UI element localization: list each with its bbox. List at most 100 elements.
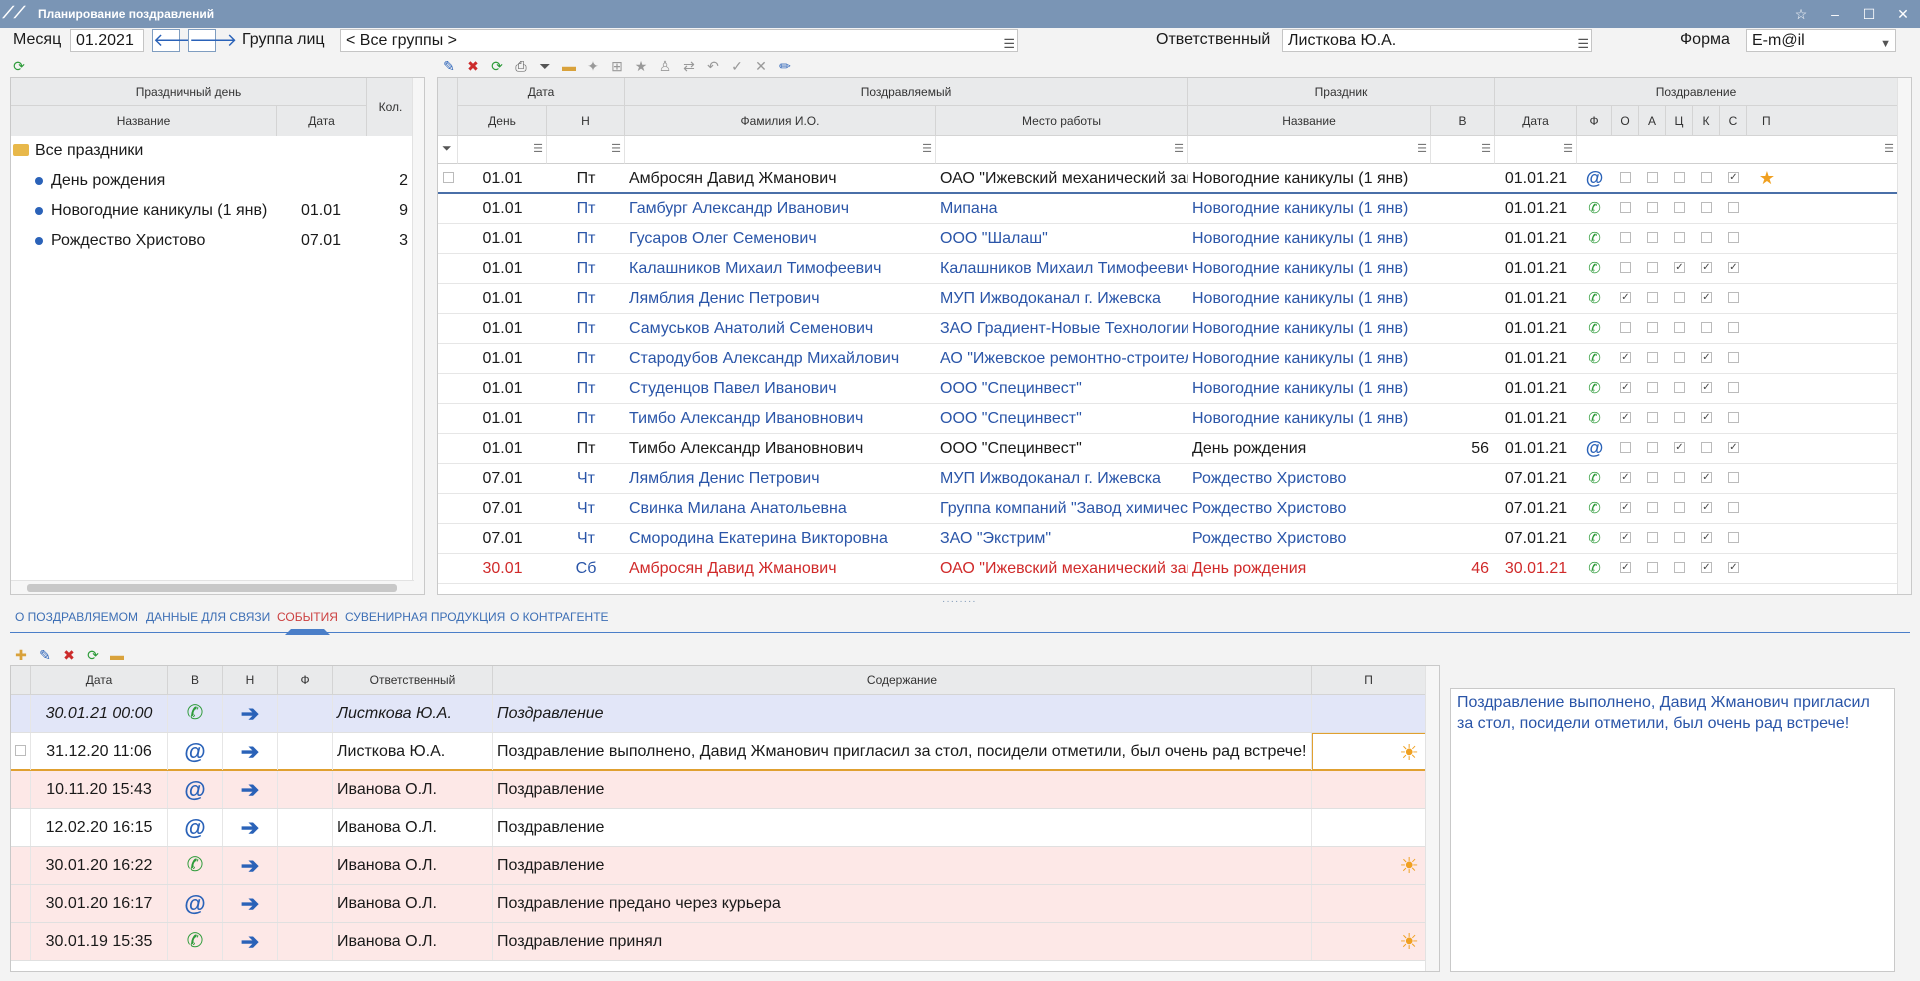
- flag-checkbox[interactable]: [1720, 464, 1747, 493]
- flag-checkbox[interactable]: [1720, 374, 1747, 403]
- holiday-root-item[interactable]: Все праздники: [11, 136, 414, 166]
- col-p-header[interactable]: П: [1312, 666, 1426, 695]
- flag-checkbox[interactable]: [1639, 254, 1666, 283]
- flag-checkbox[interactable]: ✓: [1693, 374, 1720, 403]
- col-k-header[interactable]: К: [1693, 106, 1720, 136]
- col-v-header[interactable]: В: [168, 666, 223, 695]
- flag-checkbox[interactable]: [1666, 554, 1693, 583]
- col-fio-header[interactable]: Фамилия И.О.: [625, 106, 936, 136]
- flag-checkbox[interactable]: [1639, 284, 1666, 313]
- flag-checkbox[interactable]: ✓: [1693, 494, 1720, 523]
- col-content-header[interactable]: Содержание: [493, 666, 1312, 695]
- menu-icon[interactable]: ☰: [1577, 33, 1589, 54]
- event-row[interactable]: 31.12.20 11:06 @ ➔ Листкова Ю.А. Поздравлени…: [11, 733, 1426, 771]
- flag-checkbox[interactable]: [1720, 314, 1747, 343]
- flag-checkbox[interactable]: [1612, 164, 1639, 193]
- minimize-button[interactable]: –: [1818, 0, 1852, 28]
- row-indicator[interactable]: [11, 733, 31, 770]
- flag-checkbox[interactable]: ✓: [1693, 524, 1720, 553]
- flag-checkbox[interactable]: [1666, 404, 1693, 433]
- holiday-item[interactable]: Новогодние каникулы (1 янв) 01.01 9: [11, 196, 414, 226]
- filter-cell[interactable]: ☰: [1188, 136, 1431, 164]
- col-n-header[interactable]: Н: [223, 666, 278, 695]
- edit-icon[interactable]: ✎: [36, 646, 54, 664]
- flag-checkbox[interactable]: [1639, 494, 1666, 523]
- row-indicator[interactable]: [11, 809, 31, 846]
- form-select[interactable]: E-m@il ▼: [1746, 29, 1896, 52]
- filter-row-indicator[interactable]: ⏷: [438, 136, 458, 164]
- month-input[interactable]: 01.2021: [70, 29, 144, 52]
- table-row[interactable]: 30.01 Сб Амбросян Давид Жманович ОАО "Ижевс…: [438, 554, 1898, 584]
- row-indicator[interactable]: [11, 847, 31, 884]
- flag-checkbox[interactable]: [1693, 434, 1720, 463]
- new-icon[interactable]: ✚: [12, 646, 30, 664]
- flag-checkbox[interactable]: [1639, 314, 1666, 343]
- col-gdate-header[interactable]: Дата: [1495, 106, 1577, 136]
- event-row[interactable]: 12.02.20 16:15 @ ➔ Иванова О.Л. Поздравление: [11, 809, 1426, 847]
- table-row[interactable]: 01.01 Пт Гамбург Александр Иванович Мипана Н…: [438, 194, 1898, 224]
- flag-checkbox[interactable]: [1639, 164, 1666, 193]
- row-indicator[interactable]: [438, 524, 458, 553]
- table-row[interactable]: 01.01 Пт Стародубов Александр Михайлович АО…: [438, 344, 1898, 374]
- col-n-header[interactable]: Н: [547, 106, 625, 136]
- filter-cell[interactable]: ☰: [625, 136, 936, 164]
- vertical-scrollbar[interactable]: [1897, 78, 1911, 594]
- flag-checkbox[interactable]: ✓: [1612, 344, 1639, 373]
- flag-checkbox[interactable]: ✓: [1612, 524, 1639, 553]
- star-icon[interactable]: ★: [632, 57, 650, 75]
- refresh-icon[interactable]: ⟳: [10, 57, 28, 75]
- flag-checkbox[interactable]: [1720, 524, 1747, 553]
- row-indicator[interactable]: [438, 314, 458, 343]
- filter-cell[interactable]: ☰: [1495, 136, 1577, 164]
- flag-checkbox[interactable]: ✓: [1693, 284, 1720, 313]
- row-indicator[interactable]: [438, 434, 458, 463]
- flag-checkbox[interactable]: [1693, 164, 1720, 193]
- col-f-header[interactable]: Ф: [278, 666, 333, 695]
- flag-checkbox[interactable]: [1639, 344, 1666, 373]
- holiday-count-header[interactable]: Кол.: [366, 78, 414, 136]
- holiday-date-header[interactable]: Дата: [277, 106, 366, 136]
- col-ts-header[interactable]: Ц: [1666, 106, 1693, 136]
- flag-checkbox[interactable]: [1612, 254, 1639, 283]
- maximize-button[interactable]: ☐: [1852, 0, 1886, 28]
- flag-checkbox[interactable]: ✓: [1693, 554, 1720, 583]
- flag-checkbox[interactable]: ✓: [1612, 404, 1639, 433]
- row-indicator[interactable]: [11, 695, 31, 732]
- pencil-icon[interactable]: ✏: [776, 57, 794, 75]
- favorite-icon[interactable]: ☆: [1784, 0, 1818, 28]
- flag-checkbox[interactable]: [1639, 434, 1666, 463]
- flag-checkbox[interactable]: ✓: [1720, 434, 1747, 463]
- flag-checkbox[interactable]: ✓: [1693, 404, 1720, 433]
- flag-checkbox[interactable]: ✓: [1720, 254, 1747, 283]
- tab-counterparty[interactable]: О КОНТРАГЕНТЕ: [510, 605, 609, 633]
- flag-checkbox[interactable]: [1720, 344, 1747, 373]
- flag-checkbox[interactable]: [1666, 344, 1693, 373]
- row-indicator[interactable]: [438, 164, 458, 193]
- person-icon[interactable]: ♙: [656, 57, 674, 75]
- flag-checkbox[interactable]: ✓: [1693, 254, 1720, 283]
- flag-checkbox[interactable]: [1720, 194, 1747, 223]
- col-p-header[interactable]: П: [1747, 106, 1898, 136]
- flag-checkbox[interactable]: ✓: [1720, 164, 1747, 193]
- col-o-header[interactable]: О: [1612, 106, 1639, 136]
- print-icon[interactable]: ⎙: [512, 57, 530, 75]
- delete-icon[interactable]: ✖: [60, 646, 78, 664]
- flag-checkbox[interactable]: [1639, 464, 1666, 493]
- table-row[interactable]: 01.01 Пт Лямблия Денис Петрович МУП Ижводок…: [438, 284, 1898, 314]
- flag-checkbox[interactable]: ✓: [1612, 284, 1639, 313]
- flag-checkbox[interactable]: ✓: [1693, 344, 1720, 373]
- flag-checkbox[interactable]: [1666, 524, 1693, 553]
- table-row[interactable]: 01.01 Пт Тимбо Александр Ивановнович ООО "С…: [438, 434, 1898, 464]
- close-button[interactable]: ✕: [1886, 0, 1920, 28]
- flag-checkbox[interactable]: [1720, 404, 1747, 433]
- flag-checkbox[interactable]: [1720, 284, 1747, 313]
- col-responsible-header[interactable]: Ответственный: [333, 666, 493, 695]
- row-indicator[interactable]: [438, 194, 458, 223]
- filter-cell[interactable]: ☰: [936, 136, 1188, 164]
- row-indicator[interactable]: [438, 344, 458, 373]
- filter-icon[interactable]: ⏷: [536, 57, 554, 75]
- table-row[interactable]: 01.01 Пт Гусаров Олег Семенович ООО "Шалаш"…: [438, 224, 1898, 254]
- holiday-item[interactable]: Рождество Христово 07.01 3: [11, 226, 414, 256]
- flag-checkbox[interactable]: [1612, 314, 1639, 343]
- row-indicator[interactable]: [438, 494, 458, 523]
